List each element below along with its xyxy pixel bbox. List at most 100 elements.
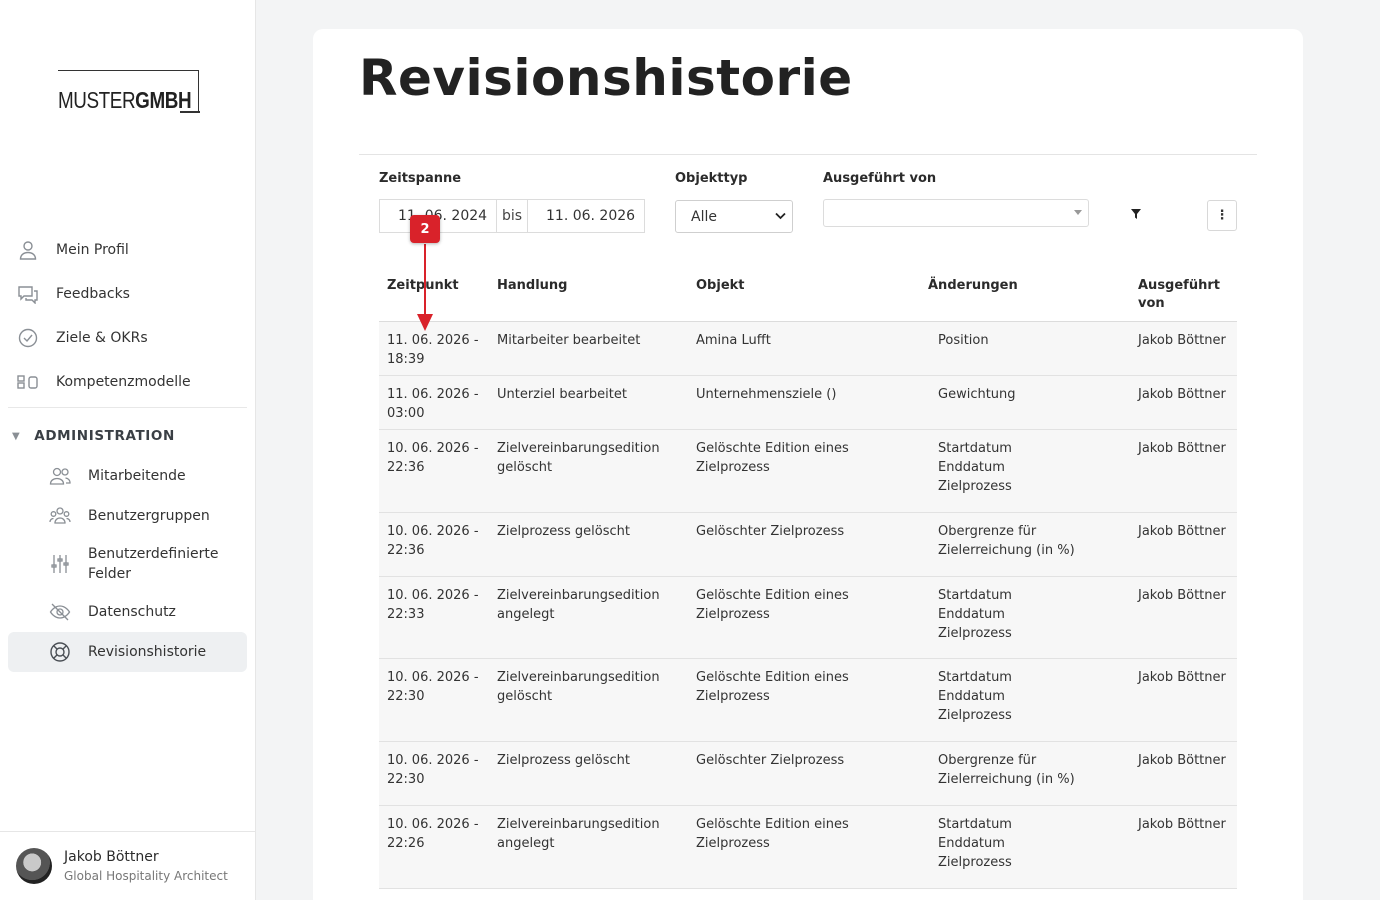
sidebar-item-benutzergruppen[interactable]: Benutzergruppen [8,496,247,536]
sidebar-item-benutzerdefinierte-felder[interactable]: Benutzerdefinierte Felder [8,536,247,592]
people-icon [48,464,72,488]
nav-item-kompetenzmodelle[interactable]: Kompetenzmodelle [8,362,247,402]
cell-aenderungen: Startdatum Enddatum Zielprozess [938,588,1012,641]
cell-aenderungen: Obergrenze für Zielerreichung (in %) [938,753,1075,787]
dropdown-arrow-icon [1074,210,1082,215]
cell-handlung: Zielvereinbarungsedition angelegt [497,588,660,622]
cell-zeitpunkt: 10. 06. 2026 - 22:30 [387,670,479,704]
objecttype-label: Objekttyp [675,171,748,186]
nav-item-ziele-okrs[interactable]: Ziele & OKRs [8,318,247,358]
eye-off-icon [48,600,72,624]
more-options-button[interactable]: ⋮ [1207,200,1237,231]
annotation-arrow-head [417,314,433,331]
cell-handlung: Zielvereinbarungsedition gelöscht [497,441,660,475]
sidebar-item-label: Benutzerdefinierte Felder [88,546,219,582]
check-circle-icon [17,327,39,349]
kebab-icon: ⋮ [1215,208,1229,223]
user-role: Global Hospitality Architect [64,869,228,883]
cell-handlung: Zielprozess gelöscht [497,524,630,539]
user-icon [17,239,39,261]
cell-zeitpunkt: 11. 06. 2026 - 18:39 [387,333,479,367]
table-row[interactable]: 10. 06. 2026 - 22:30 Zielvereinbarungsedi… [379,659,1237,742]
sidebar-item-label: Revisionshistorie [88,644,207,660]
cell-zeitpunkt: 10. 06. 2026 - 22:33 [387,588,479,622]
date-to-input[interactable]: 11. 06. 2026 [527,199,645,233]
annotation-arrow-line [424,244,426,320]
executed-by-label: Ausgeführt von [823,171,937,186]
nav-item-feedbacks[interactable]: Feedbacks [8,274,247,314]
column-header-objekt[interactable]: Objekt [696,277,745,295]
cell-objekt: Gelöschte Edition eines Zielprozess [696,588,849,622]
timespan-label: Zeitspanne [379,171,462,186]
cell-aenderungen: Startdatum Enddatum Zielprozess [938,817,1012,870]
table-row[interactable]: 10. 06. 2026 - 22:26 Zielvereinbarungsedi… [379,806,1237,889]
cell-aenderungen: Gewichtung [938,387,1016,402]
cell-zeitpunkt: 11. 06. 2026 - 03:00 [387,387,479,421]
filter-button[interactable] [1129,207,1143,221]
caret-down-icon: ▼ [12,430,21,442]
sidebar-item-datenschutz[interactable]: Datenschutz [8,592,247,632]
nav-item-mein-profil[interactable]: Mein Profil [8,230,247,270]
column-header-ausgefuehrt-von[interactable]: Ausgeführt von [1138,277,1228,313]
objecttype-select[interactable]: Alle [675,200,793,233]
executed-by-select[interactable] [823,199,1089,227]
lifebuoy-icon [48,640,72,664]
cell-zeitpunkt: 10. 06. 2026 - 22:36 [387,441,479,475]
column-header-handlung[interactable]: Handlung [497,277,567,295]
objecttype-value: Alle [691,208,717,225]
section-label: ADMINISTRATION [34,428,175,444]
column-header-aenderungen[interactable]: Änderungen [928,277,1018,295]
cell-zeitpunkt: 10. 06. 2026 - 22:36 [387,524,479,558]
sliders-icon [48,552,72,576]
cell-ausgefuehrt-von: Jakob Böttner [1138,524,1226,539]
cell-ausgefuehrt-von: Jakob Böttner [1138,333,1226,348]
cell-handlung: Zielvereinbarungsedition gelöscht [497,670,660,704]
user-profile[interactable]: Jakob Böttner Global Hospitality Archite… [0,831,255,900]
cell-ausgefuehrt-von: Jakob Böttner [1138,753,1226,768]
column-header-zeitpunkt[interactable]: Zeitpunkt [387,277,459,295]
chevron-down-icon [775,210,786,223]
filter-icon [1131,209,1141,219]
blocks-icon [17,371,39,393]
user-name: Jakob Böttner [64,849,159,865]
logo-text: MUSTERGMBH [58,87,192,113]
section-administration[interactable]: ▼ ADMINISTRATION [12,428,175,444]
sidebar-item-label: Datenschutz [88,604,176,620]
sidebar-item-mitarbeitende[interactable]: Mitarbeitende [8,456,247,496]
table-row[interactable]: 11. 06. 2026 - 18:39 Mitarbeiter bearbeit… [379,322,1237,376]
annotation-badge: 2 [410,215,440,243]
nav-item-label: Mein Profil [56,242,129,258]
cell-aenderungen: Startdatum Enddatum Zielprozess [938,441,1012,494]
chat-bubbles-icon [17,283,39,305]
cell-handlung: Unterziel bearbeitet [497,387,627,402]
cell-objekt: Gelöschter Zielprozess [696,753,845,768]
bis-label: bis [496,199,528,233]
cell-ausgefuehrt-von: Jakob Böttner [1138,588,1226,603]
title-divider [359,154,1257,155]
nav-item-label: Ziele & OKRs [56,330,148,346]
cell-aenderungen: Position [938,333,989,348]
cell-zeitpunkt: 10. 06. 2026 - 22:30 [387,753,479,787]
sidebar-item-label: Mitarbeitende [88,468,186,484]
nav-item-label: Feedbacks [56,286,130,302]
table-row[interactable]: 11. 06. 2026 - 03:00 Unterziel bearbeitet… [379,376,1237,430]
group-icon [48,504,72,528]
cell-ausgefuehrt-von: Jakob Böttner [1138,441,1226,456]
cell-ausgefuehrt-von: Jakob Böttner [1138,817,1226,832]
sidebar-item-revisionshistorie[interactable]: Revisionshistorie [8,632,247,672]
cell-zeitpunkt: 10. 06. 2026 - 22:26 [387,817,479,851]
table-row[interactable]: 10. 06. 2026 - 22:30 Zielprozess gelöscht… [379,742,1237,806]
cell-objekt: Amina Lufft [696,333,771,348]
table-row[interactable]: 10. 06. 2026 - 22:33 Zielvereinbarungsedi… [379,577,1237,659]
nav-divider [8,407,247,408]
cell-objekt: Gelöschter Zielprozess [696,524,845,539]
table-row[interactable]: 10. 06. 2026 - 22:36 Zielvereinbarungsedi… [379,430,1237,513]
page-title: Revisionshistorie [359,49,853,107]
cell-handlung: Zielvereinbarungsedition angelegt [497,817,660,851]
nav-item-label: Kompetenzmodelle [56,374,191,390]
avatar [16,848,52,884]
table-row[interactable]: 10. 06. 2026 - 22:36 Zielprozess gelöscht… [379,513,1237,577]
cell-ausgefuehrt-von: Jakob Böttner [1138,387,1226,402]
cell-objekt: Gelöschte Edition eines Zielprozess [696,817,849,851]
cell-handlung: Mitarbeiter bearbeitet [497,333,641,348]
